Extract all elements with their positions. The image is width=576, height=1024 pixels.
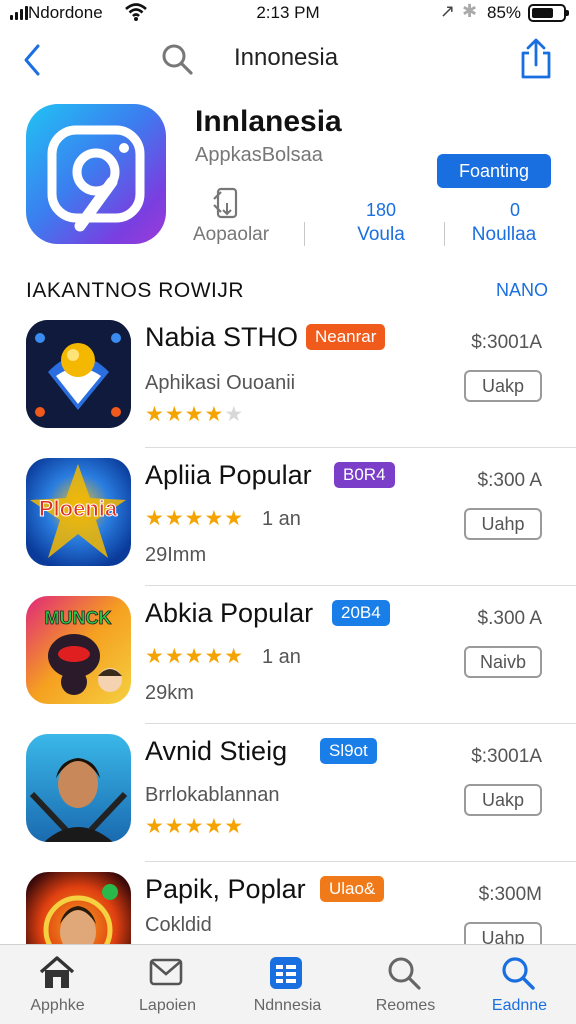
app-icon: MUNCK: [26, 596, 131, 704]
tab-mail[interactable]: Lapoien: [110, 945, 225, 1024]
featured-app-name: Innlanesia: [195, 105, 342, 138]
app-badge: Neanrar: [306, 324, 386, 350]
nav-title: Innonesia: [234, 44, 339, 71]
list-item[interactable]: Nabia STHO Neanrar $:3001A Aphikasi Ouoa…: [0, 310, 576, 448]
tab-search-active[interactable]: Eadnne: [462, 945, 576, 1024]
list-item[interactable]: Avnid Stieig Sl9ot $:3001A Brrlokablanna…: [0, 724, 576, 862]
tab-search[interactable]: Reomes: [348, 945, 463, 1024]
star-rating: ★★★★★: [145, 645, 245, 668]
status-bar: Ndordone 2:13 PM ↗ ✱ 85%: [0, 0, 576, 28]
list-item[interactable]: Ploenia Apliia Popular B0R4 $:300 A ★★★★…: [0, 448, 576, 586]
app-size: 29km: [145, 682, 194, 704]
app-name: Nabia STHO: [145, 322, 299, 352]
svg-text:Ploenia: Ploenia: [39, 496, 118, 521]
get-app-button[interactable]: Uahp: [464, 508, 542, 540]
search-icon: [502, 957, 535, 990]
stat-age-label: Noullaa: [471, 224, 537, 245]
apps-icon: [270, 957, 302, 989]
section-title: IAKANTNOS ROWIJR: [26, 279, 245, 302]
app-size: 29Imm: [145, 544, 207, 566]
app-logo-icon: [47, 125, 145, 232]
svg-text:MUNCK: MUNCK: [45, 608, 112, 628]
app-badge: B0R4: [334, 462, 395, 488]
stat-category-label: Aopaolar: [193, 224, 270, 245]
stat-ratings-value: 180: [365, 200, 397, 220]
rating-count: 1 an: [262, 646, 301, 668]
app-subtitle: Cokldid: [145, 914, 212, 936]
tab-label: Lapoien: [139, 997, 196, 1014]
back-chevron-icon[interactable]: [20, 42, 44, 78]
mail-icon: [149, 958, 183, 986]
app-price: $:3001A: [471, 332, 542, 353]
stat-ratings-label: Voula: [357, 224, 405, 245]
app-icon: Ploenia: [26, 458, 131, 566]
get-app-button[interactable]: Naivb: [464, 646, 542, 678]
stat-divider: [304, 222, 305, 246]
list-item[interactable]: MUNCK Abkia Popular 20B4 $.300 A ★★★★★ 1…: [0, 586, 576, 724]
app-badge: Sl9ot: [320, 738, 377, 764]
battery-icon: [528, 4, 569, 22]
app-name: Apliia Popular: [145, 460, 312, 490]
stat-divider: [444, 222, 445, 246]
featured-app-subtitle: AppkasBolsaa: [195, 144, 323, 166]
get-app-button[interactable]: Uakp: [464, 370, 542, 402]
app-name: Avnid Stieig: [145, 736, 288, 766]
app-subtitle: Aphikasi Ouoanii: [145, 372, 296, 394]
app-badge: Ulao&: [320, 876, 385, 902]
tab-apps[interactable]: Ndnnesia: [230, 945, 345, 1024]
app-price: $:300M: [478, 884, 542, 905]
tab-home[interactable]: Apphke: [0, 945, 115, 1024]
stat-age-value: 0: [509, 200, 520, 220]
star-rating: ★★★★★: [145, 507, 245, 530]
app-icon: [26, 734, 131, 842]
tab-label: Ndnnesia: [253, 997, 322, 1014]
star-rating: ★★★★★: [145, 815, 245, 838]
app-name: Abkia Popular: [145, 598, 314, 628]
location-icon: ↗: [440, 1, 456, 21]
get-app-button[interactable]: Uakp: [464, 784, 542, 816]
app-subtitle: Brrlokablannan: [145, 784, 280, 806]
app-icon: [26, 320, 131, 428]
device-icon: [213, 187, 238, 219]
app-price: $.300 A: [477, 608, 542, 629]
see-all-link[interactable]: NANO: [496, 280, 548, 301]
share-icon[interactable]: [518, 38, 554, 80]
app-price: $:300 A: [477, 470, 542, 491]
home-icon: [39, 956, 75, 988]
bluetooth-icon: ✱: [462, 1, 478, 21]
tab-bar: Apphke Lapoien Ndnnesia Reomes Eadnne: [0, 944, 576, 1024]
app-badge: 20B4: [332, 600, 390, 626]
get-button[interactable]: Foanting: [437, 154, 551, 188]
search-icon: [388, 957, 421, 990]
tab-label: Eadnne: [491, 997, 548, 1014]
tab-label: Reomes: [375, 997, 436, 1014]
rating-count: 1 an: [262, 508, 301, 530]
battery-percent: 85%: [487, 3, 522, 22]
search-icon[interactable]: [160, 42, 194, 76]
app-price: $:3001A: [471, 746, 542, 767]
featured-app-icon[interactable]: [26, 104, 166, 244]
tab-label: Apphke: [30, 997, 85, 1014]
nav-bar: Innonesia: [0, 36, 576, 86]
star-rating: ★★★★★: [145, 403, 245, 426]
app-name: Papik, Poplar: [145, 874, 306, 904]
